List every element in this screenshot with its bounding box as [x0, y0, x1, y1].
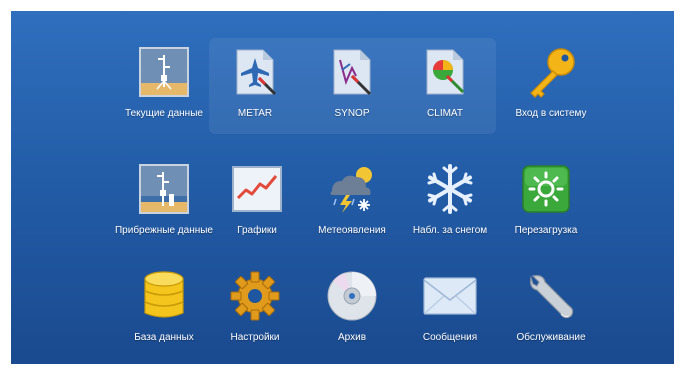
tile-climat[interactable]: CLIMAT: [390, 38, 500, 134]
tile-service[interactable]: Обслуживание: [496, 262, 606, 358]
tile-meteo[interactable]: Метеоявления: [297, 155, 407, 251]
tile-settings[interactable]: Настройки: [200, 262, 310, 358]
tile-charts[interactable]: Графики: [202, 155, 312, 251]
disc-icon: [324, 268, 380, 324]
tile-label: Текущие данные: [125, 108, 203, 119]
tile-label: Метеоявления: [318, 225, 386, 236]
envelope-icon: [422, 268, 478, 324]
tile-label: Настройки: [230, 332, 280, 343]
tile-label: Архив: [337, 332, 367, 343]
storm-snow-icon: [324, 161, 380, 217]
tile-label: Прибрежные данные: [114, 225, 213, 236]
tile-label: База данных: [134, 332, 194, 343]
tile-label: Графики: [237, 225, 277, 236]
tile-archive[interactable]: Архив: [297, 262, 407, 358]
snowflake-icon: [422, 161, 478, 217]
tile-label: Сообщения: [422, 332, 478, 343]
tile-metar[interactable]: METAR: [200, 38, 310, 134]
tile-messages[interactable]: Сообщения: [395, 262, 505, 358]
reboot-icon: [518, 161, 574, 217]
tile-label: CLIMAT: [427, 108, 463, 119]
coastal-station-icon: [136, 161, 192, 217]
tile-snow[interactable]: Набл. за снегом: [395, 155, 505, 251]
chart-icon: [229, 161, 285, 217]
tile-label: Вход в систему: [515, 108, 587, 119]
tile-login[interactable]: Вход в систему: [496, 38, 606, 134]
tile-reboot[interactable]: Перезагрузка: [491, 155, 601, 251]
weather-station-icon: [136, 44, 192, 100]
gear-icon: [227, 268, 283, 324]
main-menu-screen: Текущие данные METAR SYNOP CLIMAT Вход в…: [11, 11, 674, 364]
tile-label: Набл. за снегом: [412, 225, 488, 236]
database-icon: [136, 268, 192, 324]
tile-label: Перезагрузка: [514, 225, 578, 236]
tile-label: METAR: [237, 108, 273, 119]
tile-label: SYNOP: [334, 108, 370, 119]
climat-document-icon: [417, 44, 473, 100]
wrench-icon: [523, 268, 579, 324]
key-icon: [523, 44, 579, 100]
synop-document-icon: [324, 44, 380, 100]
tile-label: Обслуживание: [516, 332, 586, 343]
metar-document-icon: [227, 44, 283, 100]
